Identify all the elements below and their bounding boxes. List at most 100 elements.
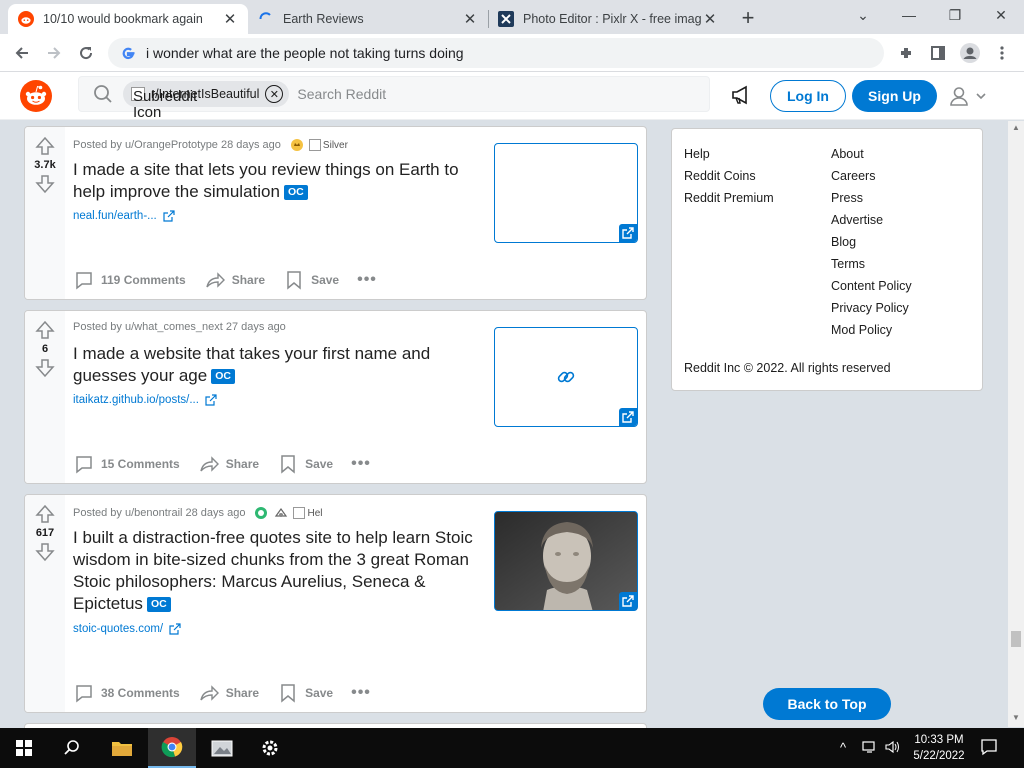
- close-tab-icon[interactable]: ✕: [462, 11, 478, 28]
- remove-filter-icon[interactable]: ✕: [265, 85, 284, 103]
- post-title[interactable]: I made a site that lets you review thing…: [73, 159, 483, 203]
- more-options-icon[interactable]: •••: [357, 271, 377, 289]
- sidebar-link-reddit-coins[interactable]: Reddit Coins: [684, 165, 774, 187]
- user-dropdown[interactable]: [948, 82, 990, 110]
- save-button[interactable]: Save: [283, 269, 339, 291]
- maximize-icon[interactable]: ❐: [932, 0, 978, 30]
- tab-title: Earth Reviews: [283, 12, 364, 26]
- minimize-icon[interactable]: —: [886, 0, 932, 30]
- sidebar-link-help[interactable]: Help: [684, 143, 774, 165]
- login-button[interactable]: Log In: [770, 80, 846, 112]
- link-icon: [557, 371, 575, 383]
- reddit-logo-icon[interactable]: [20, 80, 52, 112]
- volume-icon[interactable]: [884, 740, 900, 757]
- sidebar-link-reddit-premium[interactable]: Reddit Premium: [684, 187, 774, 209]
- share-button[interactable]: Share: [198, 453, 259, 475]
- oc-flair: OC: [211, 369, 235, 384]
- reddit-favicon-icon: [18, 11, 34, 27]
- close-tab-icon[interactable]: ✕: [222, 11, 238, 28]
- taskbar-clock[interactable]: 10:33 PM 5/22/2022: [910, 732, 968, 764]
- post-title[interactable]: I built a distraction-free quotes site t…: [73, 527, 483, 615]
- post-link[interactable]: neal.fun/earth-...: [73, 210, 175, 222]
- upvote-icon[interactable]: [34, 503, 56, 525]
- upvote-icon[interactable]: [34, 135, 56, 157]
- comments-button[interactable]: 38 Comments: [73, 682, 180, 704]
- signup-button[interactable]: Sign Up: [852, 80, 937, 112]
- comments-button[interactable]: 119 Comments: [73, 269, 186, 291]
- post-thumbnail[interactable]: [494, 327, 638, 427]
- more-options-icon[interactable]: •••: [351, 455, 371, 473]
- save-button[interactable]: Save: [277, 682, 333, 704]
- post-link[interactable]: stoic-quotes.com/: [73, 623, 181, 635]
- chrome-taskbar-icon[interactable]: [148, 728, 196, 768]
- sidebar-link-privacy-policy[interactable]: Privacy Policy: [831, 297, 912, 319]
- post-meta: Posted by u/benontrail 28 days ago Hel: [73, 505, 322, 521]
- external-link-icon: [619, 224, 637, 242]
- subreddit-filter-chip[interactable]: r/InternetIsBeautiful ✕ Subreddit Icon: [123, 81, 290, 121]
- back-to-top-button[interactable]: Back to Top: [763, 688, 891, 720]
- scroll-down-arrow-icon[interactable]: ▼: [1012, 713, 1020, 722]
- sidebar-link-mod-policy[interactable]: Mod Policy: [831, 319, 912, 341]
- sidebar-link-terms[interactable]: Terms: [831, 253, 912, 275]
- award-icon: [289, 137, 305, 153]
- copyright-text: Reddit Inc © 2022. All rights reserved: [684, 361, 891, 375]
- posted-by[interactable]: Posted by u/OrangePrototype 28 days ago: [73, 139, 281, 151]
- upvote-icon[interactable]: [34, 319, 56, 341]
- posted-by[interactable]: Posted by u/benontrail 28 days ago: [73, 507, 245, 519]
- scrollbar-thumb[interactable]: [1011, 631, 1021, 647]
- forward-icon[interactable]: [40, 39, 68, 67]
- tab-bookmark[interactable]: 10/10 would bookmark again ✕: [8, 4, 248, 34]
- sidebar-link-blog[interactable]: Blog: [831, 231, 912, 253]
- sidebar-link-about[interactable]: About: [831, 143, 912, 165]
- close-window-icon[interactable]: ✕: [978, 0, 1024, 30]
- post-card[interactable]: 617 Posted by u/benontrail 28 days ago H…: [24, 494, 647, 713]
- tray-chevron-up-icon[interactable]: ^: [840, 740, 846, 755]
- new-tab-button[interactable]: +: [736, 5, 760, 30]
- tab-title: Photo Editor : Pixlr X - free image edit…: [523, 12, 702, 26]
- sidebar-link-press[interactable]: Press: [831, 187, 912, 209]
- downvote-icon[interactable]: [34, 357, 56, 379]
- posted-by[interactable]: Posted by u/what_comes_next 27 days ago: [73, 321, 286, 333]
- search-bar[interactable]: r/InternetIsBeautiful ✕ Subreddit Icon S…: [78, 76, 710, 121]
- settings-gear-icon[interactable]: [246, 728, 294, 768]
- post-title[interactable]: I made a website that takes your first n…: [73, 343, 483, 387]
- more-options-icon[interactable]: •••: [351, 684, 371, 702]
- share-button[interactable]: Share: [198, 682, 259, 704]
- reload-icon[interactable]: [72, 39, 100, 67]
- network-icon[interactable]: [862, 740, 878, 757]
- downvote-icon[interactable]: [34, 541, 56, 563]
- downvote-icon[interactable]: [34, 173, 56, 195]
- file-explorer-icon[interactable]: [98, 728, 146, 768]
- side-panel-icon[interactable]: [924, 39, 952, 67]
- share-button[interactable]: Share: [204, 269, 265, 291]
- browser-menu-icon[interactable]: [988, 39, 1016, 67]
- post-card[interactable]: 6 Posted by u/what_comes_next 27 days ag…: [24, 310, 647, 484]
- taskbar-search-icon[interactable]: [48, 728, 96, 768]
- back-icon[interactable]: [8, 39, 36, 67]
- clock-date: 5/22/2022: [913, 750, 965, 762]
- comments-button[interactable]: 15 Comments: [73, 453, 180, 475]
- page-scrollbar[interactable]: ▲ ▼: [1008, 121, 1024, 727]
- post-thumbnail[interactable]: [494, 511, 638, 611]
- close-tab-icon[interactable]: ✕: [702, 11, 718, 28]
- advertise-megaphone-icon[interactable]: [730, 84, 754, 108]
- post-card[interactable]: 3.7k Posted by u/OrangePrototype 28 days…: [24, 126, 647, 300]
- extensions-icon[interactable]: [892, 39, 920, 67]
- sidebar-link-content-policy[interactable]: Content Policy: [831, 275, 912, 297]
- tab-pixlr[interactable]: Photo Editor : Pixlr X - free image edit…: [488, 4, 728, 34]
- sidebar-link-advertise[interactable]: Advertise: [831, 209, 912, 231]
- sidebar-link-careers[interactable]: Careers: [831, 165, 912, 187]
- post-actions: 15 Comments Share Save •••: [73, 453, 371, 475]
- post-link[interactable]: itaikatz.github.io/posts/...: [73, 394, 217, 406]
- post-thumbnail[interactable]: [494, 143, 638, 243]
- search-input[interactable]: Search Reddit: [297, 86, 386, 102]
- photos-app-icon[interactable]: [198, 728, 246, 768]
- save-button[interactable]: Save: [277, 453, 333, 475]
- scroll-up-arrow-icon[interactable]: ▲: [1012, 123, 1020, 132]
- profile-icon[interactable]: [956, 39, 984, 67]
- address-bar[interactable]: i wonder what are the people not taking …: [108, 38, 884, 68]
- notification-icon[interactable]: [980, 738, 1002, 758]
- tab-earth-reviews[interactable]: Earth Reviews ✕: [248, 4, 488, 34]
- tab-search-chevron-icon[interactable]: ⌄: [840, 0, 886, 30]
- windows-start-icon[interactable]: [0, 728, 48, 768]
